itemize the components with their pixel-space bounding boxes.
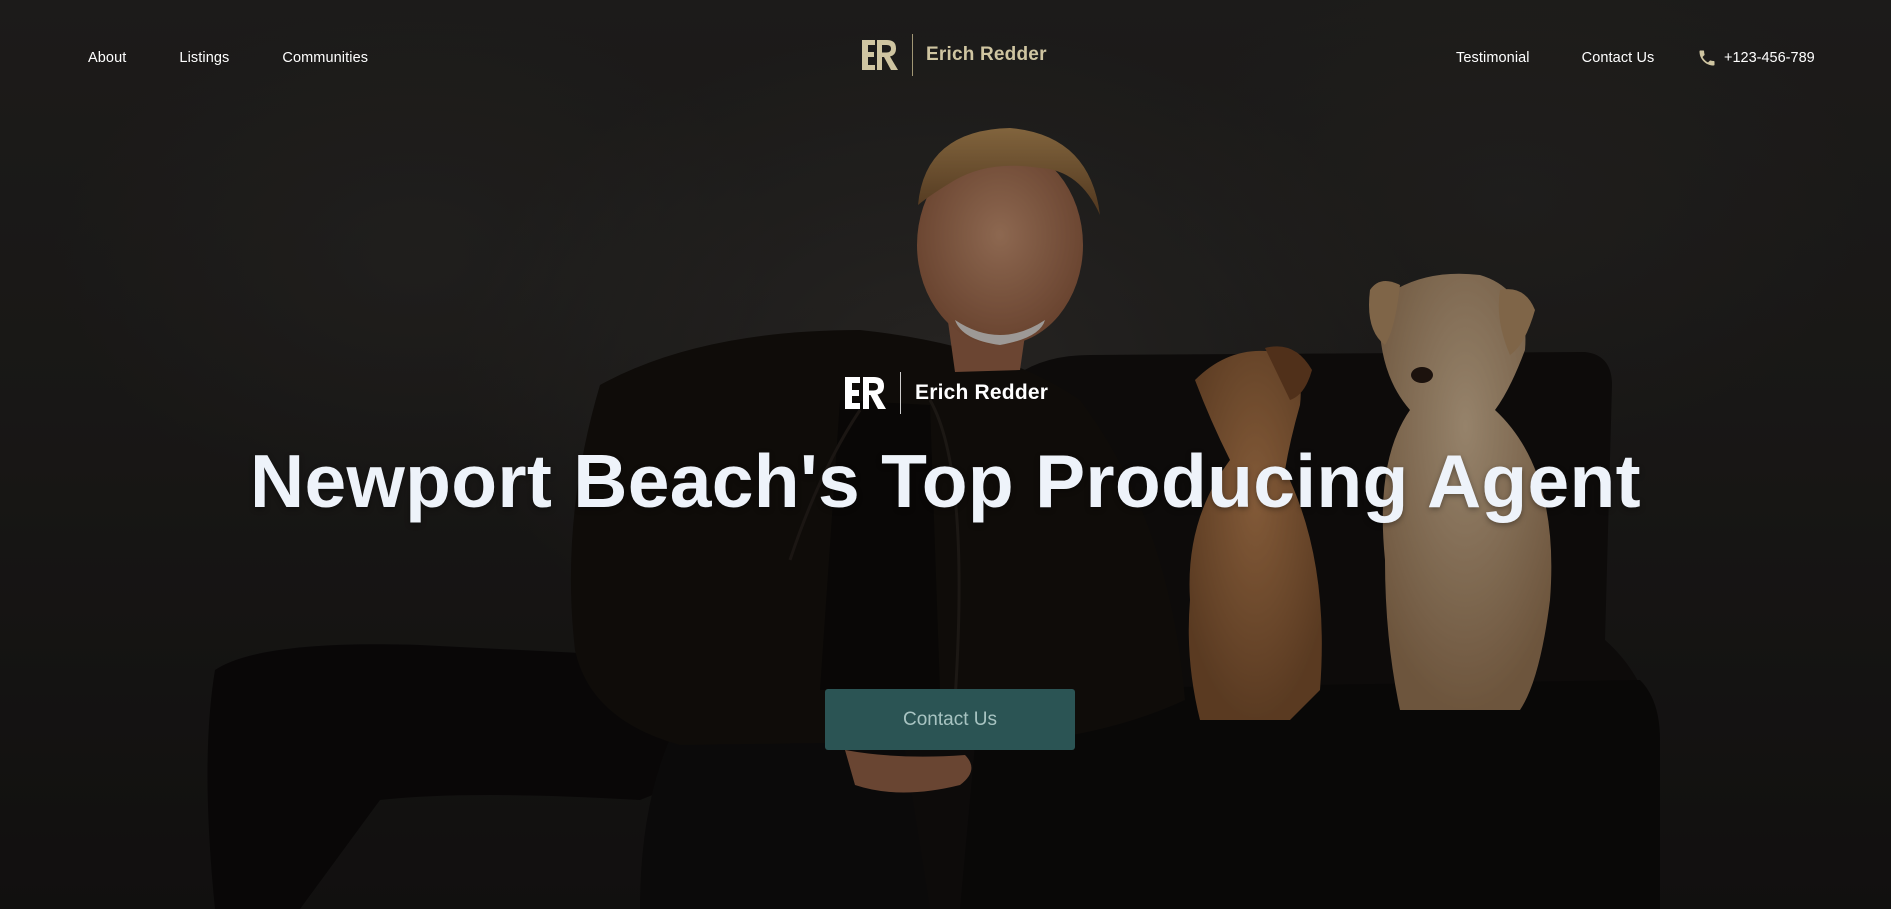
phone-link[interactable]: +123-456-789 [1697, 48, 1815, 68]
logo-divider [900, 372, 901, 414]
hero-brand-name: Erich Redder [915, 381, 1049, 404]
nav-testimonial-link[interactable]: Testimonial [1456, 50, 1530, 66]
nav-left: About Listings Communities [88, 50, 368, 66]
hero-section: About Listings Communities Erich Redder … [0, 0, 1891, 909]
nav-right: Testimonial Contact Us [1456, 50, 1654, 66]
phone-icon [1699, 50, 1715, 66]
logo-divider [912, 34, 913, 76]
hero-headline: Newport Beach's Top Producing Agent [250, 439, 1641, 523]
nav-about-link[interactable]: About [88, 50, 126, 66]
hero-logo: Erich Redder [843, 372, 1048, 414]
brand-name: Erich Redder [926, 44, 1047, 65]
header-logo[interactable]: Erich Redder [860, 34, 1047, 76]
nav-communities-link[interactable]: Communities [282, 50, 368, 66]
er-monogram-icon [845, 377, 886, 409]
phone-number: +123-456-789 [1724, 50, 1815, 66]
nav-contact-link[interactable]: Contact Us [1582, 50, 1655, 66]
er-monogram-icon [862, 40, 898, 70]
nav-listings-link[interactable]: Listings [179, 50, 229, 66]
contact-us-button[interactable]: Contact Us [825, 689, 1075, 750]
